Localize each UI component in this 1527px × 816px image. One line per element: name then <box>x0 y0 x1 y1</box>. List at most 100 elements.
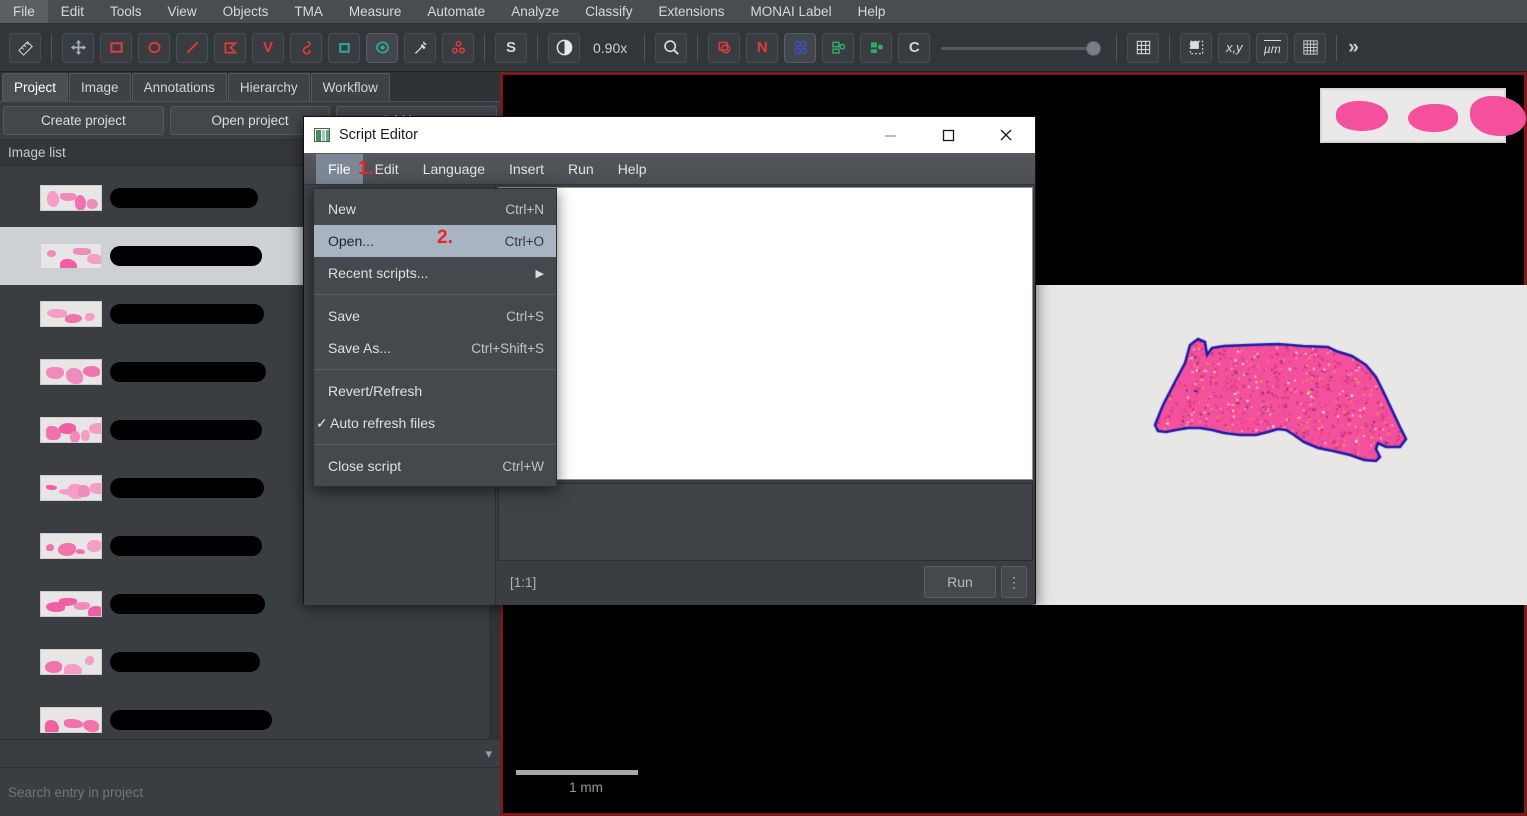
menu-classify[interactable]: Classify <box>572 0 645 23</box>
script-menu-run[interactable]: Run <box>556 154 606 184</box>
menu-item-auto-refresh-files[interactable]: ✓ Auto refresh files <box>314 407 556 439</box>
detections-toggle-icon[interactable] <box>784 32 817 63</box>
tab-workflow[interactable]: Workflow <box>310 73 390 101</box>
menu-edit[interactable]: Edit <box>48 0 97 23</box>
check-icon: ✓ <box>316 414 328 431</box>
menu-automate[interactable]: Automate <box>414 0 498 23</box>
script-menu-insert[interactable]: Insert <box>497 154 556 184</box>
magic-wand-icon[interactable] <box>404 32 436 63</box>
slide-overview-thumbnail[interactable] <box>1320 88 1526 143</box>
thumbnail-blob <box>82 366 100 377</box>
create-project-button[interactable]: Create project <box>3 106 164 135</box>
wand-points-icon[interactable] <box>366 32 398 63</box>
slider-knob[interactable] <box>1086 40 1102 56</box>
menu-measure[interactable]: Measure <box>336 0 415 23</box>
menu-monai-label[interactable]: MONAI Label <box>738 0 845 23</box>
menu-item-revert-refresh[interactable]: Revert/Refresh <box>314 375 556 407</box>
list-item[interactable] <box>0 691 489 739</box>
menu-file[interactable]: File <box>0 0 48 23</box>
list-item[interactable] <box>0 633 489 691</box>
project-search-bar[interactable] <box>0 767 500 816</box>
toolbar-separator-4 <box>644 34 646 61</box>
submenu-arrow-icon: ▶ <box>535 267 544 280</box>
brightness-contrast-icon[interactable] <box>548 32 580 63</box>
maximize-button[interactable] <box>919 117 977 153</box>
rectangle-icon[interactable] <box>100 32 132 63</box>
run-button[interactable]: Run <box>924 566 996 598</box>
tab-annotations[interactable]: Annotations <box>131 73 227 101</box>
scalebar-icon[interactable]: µm <box>1256 32 1289 63</box>
thumbnail-blob <box>75 194 86 210</box>
tab-image[interactable]: Image <box>69 73 131 101</box>
opacity-slider[interactable] <box>941 33 1102 63</box>
counting-grid-icon[interactable] <box>1294 32 1327 63</box>
move-icon[interactable] <box>62 32 94 63</box>
script-menu-language[interactable]: Language <box>411 154 497 184</box>
script-menu-file[interactable]: File <box>316 153 363 184</box>
console-output-area[interactable] <box>498 483 1033 561</box>
image-name-redacted <box>110 188 258 208</box>
brush-icon[interactable] <box>328 32 360 63</box>
thumbnail-blob <box>77 484 90 497</box>
grid-icon[interactable] <box>1127 32 1160 63</box>
freehand-icon[interactable] <box>290 32 322 63</box>
close-button[interactable] <box>977 117 1035 153</box>
tissue-annotation-region[interactable] <box>1128 315 1438 515</box>
menu-item-open[interactable]: Open... Ctrl+O <box>314 225 556 257</box>
menu-help[interactable]: Help <box>845 0 899 23</box>
menu-analyze[interactable]: Analyze <box>498 0 572 23</box>
tab-project[interactable]: Project <box>2 73 69 101</box>
overview-tissue-blob <box>1408 104 1458 132</box>
image-list-combo[interactable]: ▾ <box>0 739 500 767</box>
script-menu-help[interactable]: Help <box>606 154 659 184</box>
image-name-redacted <box>110 362 266 382</box>
minimize-button[interactable] <box>861 117 919 153</box>
toolbar-overflow-icon[interactable]: » <box>1348 37 1359 59</box>
run-options-button[interactable]: ⋮ <box>1001 566 1027 598</box>
polyline-icon[interactable]: V <box>252 32 284 63</box>
fill-objects-icon[interactable] <box>860 32 893 63</box>
polygon-icon[interactable] <box>214 32 246 63</box>
toolbar-separator-7 <box>1169 34 1171 61</box>
ruler-icon[interactable] <box>9 32 41 63</box>
file-dropdown-menu[interactable]: New Ctrl+N Open... Ctrl+O Recent scripts... ▶… <box>313 188 557 487</box>
line-icon[interactable] <box>176 32 208 63</box>
thumbnail-blob <box>86 199 99 209</box>
thumbnail-blob <box>69 430 80 442</box>
overview-icon[interactable] <box>1180 32 1213 63</box>
thumbnail-blob <box>89 482 101 495</box>
chevron-down-icon[interactable]: ▾ <box>485 746 492 762</box>
menu-item-save[interactable]: Save Ctrl+S <box>314 300 556 332</box>
cell-detection-icon[interactable] <box>442 32 474 63</box>
step-annotation-1: 1. <box>358 158 374 179</box>
ellipse-icon[interactable] <box>138 32 170 63</box>
image-name-redacted <box>110 652 260 672</box>
step-annotation-2: 2. <box>437 227 453 248</box>
search-input[interactable] <box>8 784 468 800</box>
xy-glyph: x,y <box>1225 40 1243 55</box>
menu-objects[interactable]: Objects <box>210 0 282 23</box>
menu-item-save-as[interactable]: Save As... Ctrl+Shift+S <box>314 332 556 364</box>
n-glyph: N <box>756 39 768 56</box>
magnifier-icon[interactable] <box>655 32 688 63</box>
thumbnail-blob <box>83 720 100 732</box>
script-s-icon[interactable]: S <box>495 32 527 63</box>
xy-coords-icon[interactable]: x,y <box>1218 32 1251 63</box>
menu-item-new[interactable]: New Ctrl+N <box>314 193 556 225</box>
menu-view[interactable]: View <box>155 0 210 23</box>
menu-item-recent-scripts[interactable]: Recent scripts... ▶ <box>314 257 556 289</box>
menu-item-close-script[interactable]: Close script Ctrl+W <box>314 450 556 482</box>
classification-c-icon[interactable]: C <box>898 32 931 63</box>
menu-tools[interactable]: Tools <box>97 0 155 23</box>
main-menu-bar: File Edit Tools View Objects TMA Measure Automa… <box>0 0 1527 24</box>
classify-toggle-icon[interactable] <box>822 32 855 63</box>
tab-hierarchy[interactable]: Hierarchy <box>227 73 310 101</box>
script-editor-title-bar[interactable]: Script Editor <box>304 117 1035 153</box>
annotations-toggle-icon[interactable] <box>708 32 741 63</box>
menu-item-shortcut: Ctrl+N <box>505 201 544 217</box>
names-toggle-icon[interactable]: N <box>746 32 779 63</box>
thumbnail-blob <box>45 719 60 732</box>
menu-tma[interactable]: TMA <box>281 0 336 23</box>
menu-extensions[interactable]: Extensions <box>645 0 737 23</box>
code-editor-area[interactable] <box>498 187 1033 480</box>
